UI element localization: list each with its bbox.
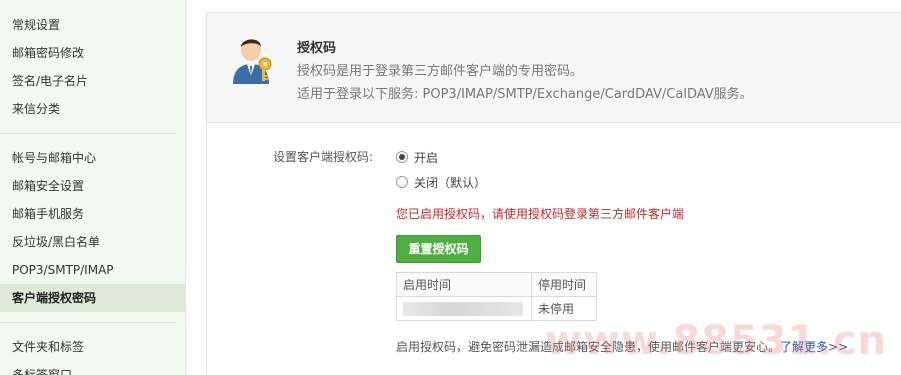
radio-disable-button[interactable] — [396, 176, 408, 188]
radio-enable[interactable]: 开启 — [396, 148, 438, 166]
sidebar-item-client-auth[interactable]: 客户端授权密码 — [0, 284, 186, 312]
sidebar-divider — [0, 322, 176, 323]
sidebar-item-pop3[interactable]: POP3/SMTP/IMAP — [0, 256, 186, 284]
sidebar-item-general[interactable]: 常规设置 — [0, 11, 186, 39]
cell-disabled-time: 未停用 — [531, 296, 597, 321]
auth-code-panel: 授权码 授权码是用于登录第三方邮件客户端的专用密码。 适用于登录以下服务: PO… — [206, 12, 901, 375]
table-header-row: 启用时间 停用时间 — [396, 272, 597, 297]
user-key-icon — [233, 39, 272, 84]
section-description: 授权码是用于登录第三方邮件客户端的专用密码。 — [297, 64, 584, 79]
intro-section: 授权码 授权码是用于登录第三方邮件客户端的专用密码。 适用于登录以下服务: PO… — [207, 13, 901, 123]
sidebar-item-security[interactable]: 邮箱安全设置 — [0, 172, 186, 200]
footer-note: 启用授权码，避免密码泄漏造成邮箱安全隐患，使用邮件客户端更安心。了解更多>> — [396, 338, 848, 355]
sidebar-item-tabs[interactable]: 多标签窗口 — [0, 361, 186, 375]
sidebar-item-filters[interactable]: 来信分类 — [0, 95, 186, 123]
radio-disable-label: 关闭（默认） — [414, 175, 487, 190]
radio-disable[interactable]: 关闭（默认） — [396, 173, 486, 191]
redacted-value — [403, 301, 523, 316]
sidebar-item-mobile[interactable]: 邮箱手机服务 — [0, 200, 186, 228]
auth-history-table: 启用时间 停用时间 未停用 — [396, 272, 597, 321]
footer-note-text: 启用授权码，避免密码泄漏造成邮箱安全隐患，使用邮件客户端更安心。 — [396, 340, 781, 354]
column-header-disabled-time: 停用时间 — [531, 272, 597, 297]
settings-sidebar: 常规设置 邮箱密码修改 签名/电子名片 来信分类 帐号与邮箱中心 邮箱安全设置 … — [0, 0, 186, 375]
column-header-enabled-time: 启用时间 — [396, 272, 532, 297]
learn-more-link[interactable]: 了解更多>> — [780, 340, 848, 354]
cell-enabled-time — [396, 296, 532, 321]
sidebar-item-signature[interactable]: 签名/电子名片 — [0, 67, 186, 95]
sidebar-item-folders[interactable]: 文件夹和标签 — [0, 333, 186, 361]
sidebar-item-account-center[interactable]: 帐号与邮箱中心 — [0, 144, 186, 172]
sidebar-item-antispam[interactable]: 反垃圾/黑白名单 — [0, 228, 186, 256]
reset-auth-code-button[interactable]: 重置授权码 — [396, 235, 481, 263]
auth-code-field-label: 设置客户端授权码: — [273, 150, 374, 164]
table-row: 未停用 — [396, 296, 597, 321]
sidebar-divider — [0, 133, 176, 134]
sidebar-item-password[interactable]: 邮箱密码修改 — [0, 39, 186, 67]
section-title: 授权码 — [297, 41, 337, 56]
enabled-notice: 您已启用授权码，请使用授权码登录第三方邮件客户端 — [396, 207, 685, 221]
radio-enable-label: 开启 — [414, 150, 439, 165]
radio-enable-button[interactable] — [396, 151, 408, 163]
main-content: 授权码 授权码是用于登录第三方邮件客户端的专用密码。 适用于登录以下服务: PO… — [186, 0, 901, 375]
supported-services: 适用于登录以下服务: POP3/IMAP/SMTP/Exchange/CardD… — [297, 87, 753, 102]
